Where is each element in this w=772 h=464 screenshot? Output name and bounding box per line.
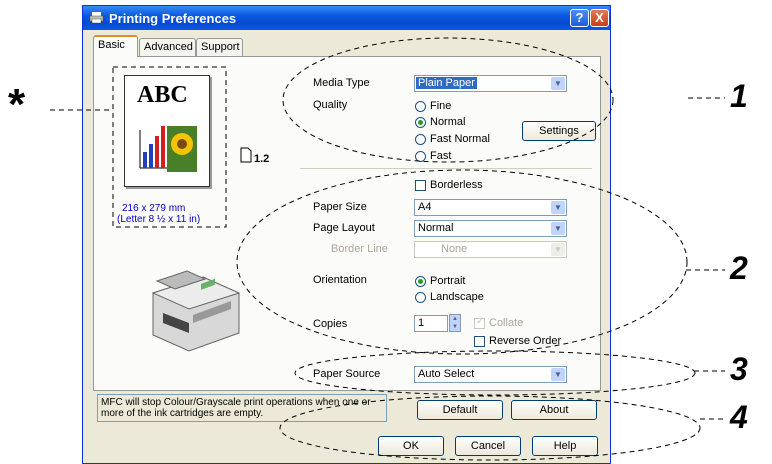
annotation-1: 1 bbox=[730, 78, 748, 114]
buttons-callout-ellipse bbox=[279, 395, 701, 461]
annotation-3: 3 bbox=[730, 351, 748, 387]
callout-overlay bbox=[50, 37, 725, 461]
quality-callout-ellipse bbox=[282, 37, 614, 163]
tab-basic[interactable]: Basic bbox=[93, 35, 138, 57]
annotation-4: 4 bbox=[730, 399, 748, 435]
annotation-star: * bbox=[8, 80, 26, 129]
preview-callout-box bbox=[112, 66, 227, 228]
source-callout-ellipse bbox=[294, 350, 696, 396]
layout-callout-ellipse bbox=[236, 169, 688, 355]
annotation-2: 2 bbox=[730, 250, 748, 286]
